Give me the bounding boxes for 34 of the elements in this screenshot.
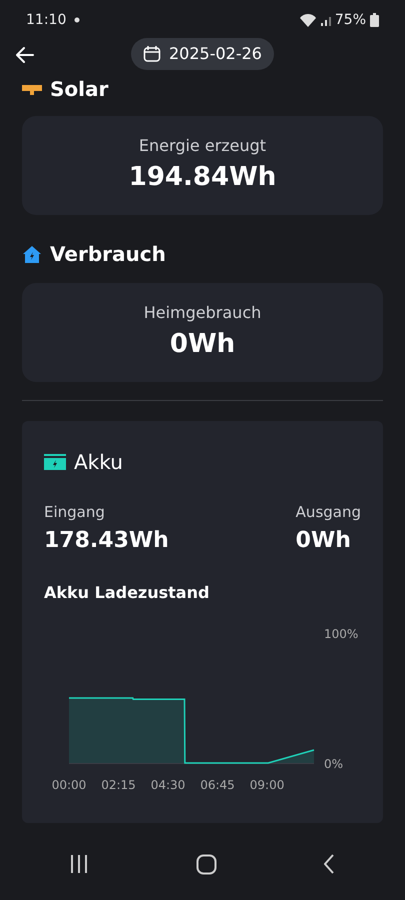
x-tick-label: 00:00 [52,778,86,792]
x-tick-label: 02:15 [101,778,136,792]
stat-label: Ausgang [296,502,361,523]
x-tick-label: 04:30 [150,778,186,792]
stat-label: Energie erzeugt [138,135,268,157]
recent-apps-icon[interactable] [70,854,88,874]
section-title: Verbrauch [50,241,166,268]
back-arrow-icon [14,44,36,65]
battery-percent: 75% [334,10,366,30]
notification-dot-icon [74,17,80,23]
chart-title: Akku Ladezustand [44,582,210,604]
y-tick-label: 0% [324,756,344,770]
clock-time: 11:10 [26,10,66,30]
y-tick-label: 100% [324,626,358,640]
signal-icon [320,14,331,26]
date-picker-button[interactable]: 2025-02-26 [131,38,274,70]
x-tick-label: 09:00 [250,778,284,792]
back-icon[interactable] [324,854,335,874]
calendar-icon [143,45,161,63]
house-icon [22,245,42,263]
stat-value: 194.84Wh [128,161,278,194]
section-title: Solar [50,76,108,102]
battery-charge-icon [44,454,66,470]
wifi-icon [298,13,317,27]
stat-value: 0Wh [296,526,352,554]
stat-label: Heimgebrauch [142,302,262,324]
stat-label: Eingang [44,502,106,523]
battery-icon [370,13,379,27]
stat-value: 0Wh [168,328,236,361]
stat-value: 178.43Wh [44,526,169,554]
card-title: Akku [74,449,123,476]
home-icon[interactable] [196,854,216,874]
x-tick-label: 06:45 [200,778,235,792]
solar-panel-icon [22,83,42,95]
